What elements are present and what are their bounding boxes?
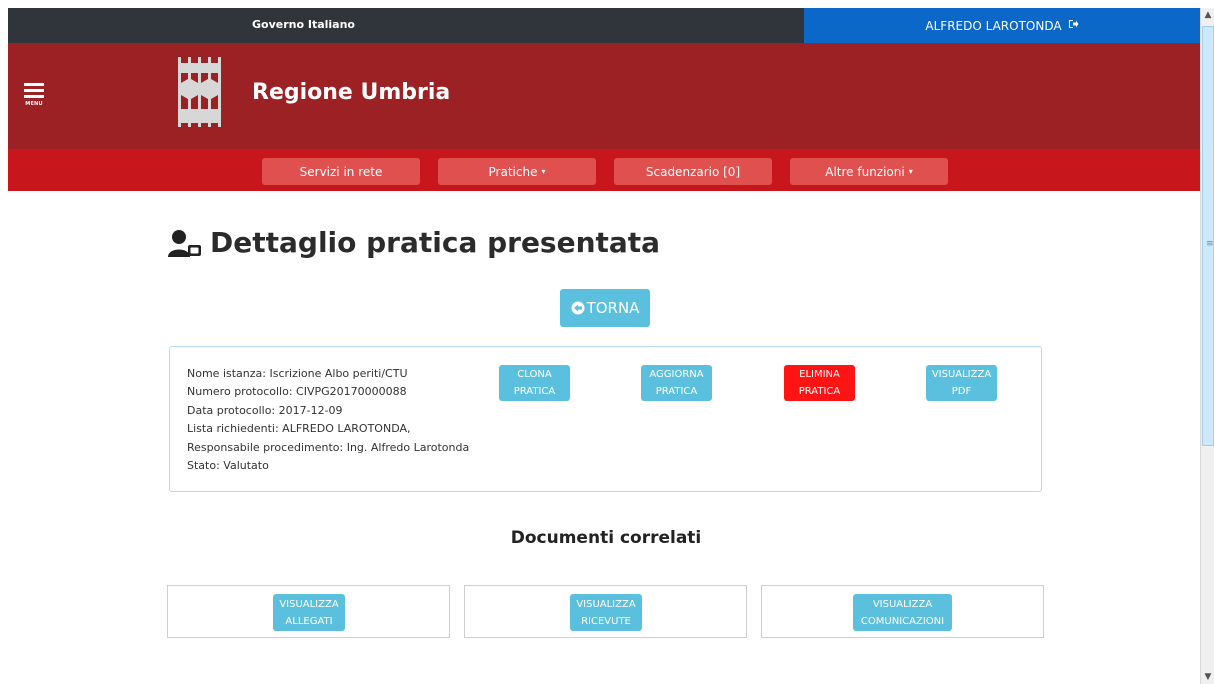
- nav-item-label: Altre funzioni: [825, 164, 905, 179]
- visualizza-pdf-button[interactable]: VISUALIZZA PDF: [926, 365, 997, 401]
- site-header: MENU Regione Umbria: [8, 43, 1200, 149]
- back-button[interactable]: TORNA: [560, 289, 650, 327]
- button-label-line: ELIMINA: [799, 369, 840, 380]
- scroll-down-arrow-icon[interactable]: ▼: [1201, 670, 1214, 684]
- scrollbar-thumb[interactable]: ≡: [1202, 26, 1214, 446]
- nav-item-altre-funzioni[interactable]: Altre funzioni ▾: [790, 158, 948, 185]
- button-label-line: PRATICA: [655, 386, 698, 397]
- nav-item-servizi-in-rete[interactable]: Servizi in rete: [262, 158, 420, 185]
- hamburger-menu-button[interactable]: MENU: [24, 83, 44, 107]
- region-title[interactable]: Regione Umbria: [252, 80, 450, 105]
- button-label-line: PDF: [951, 386, 972, 397]
- gov-label[interactable]: Governo Italiano: [252, 18, 355, 31]
- button-label-line: VISUALIZZA: [931, 369, 992, 380]
- button-label-line: ALLEGATI: [285, 615, 333, 627]
- page-title-text: Dettaglio pratica presentata: [210, 226, 661, 259]
- main-navbar: Servizi in rete Pratiche ▾ Scadenzario […: [8, 149, 1200, 191]
- government-bar: Governo Italiano ALFREDO LAROTONDA: [8, 8, 1200, 43]
- menu-label: MENU: [25, 101, 43, 107]
- info-nome-istanza: Nome istanza: Iscrizione Albo periti/CTU: [187, 367, 408, 380]
- menu-bar-icon: [24, 89, 44, 92]
- related-documents-heading: Documenti correlati: [510, 528, 702, 548]
- info-data-protocollo: Data protocollo: 2017-12-09: [187, 403, 343, 417]
- button-label-line: COMUNICAZIONI: [860, 615, 945, 627]
- info-lista-richiedenti: Lista richiedenti: ALFREDO LAROTONDA,: [187, 422, 411, 436]
- visualizza-ricevute-button[interactable]: VISUALIZZA RICEVUTE: [570, 594, 642, 631]
- pratica-detail-panel: Nome istanza: Iscrizione Albo periti/CTU…: [169, 346, 1042, 492]
- nav-item-pratiche[interactable]: Pratiche ▾: [438, 158, 596, 185]
- aggiorna-pratica-button[interactable]: AGGIORNA PRATICA: [641, 365, 712, 401]
- scroll-grip-icon: ≡: [1206, 239, 1214, 249]
- button-label-line: RICEVUTE: [581, 615, 631, 627]
- sign-out-icon[interactable]: [1068, 19, 1079, 32]
- nav-item-label: Servizi in rete: [299, 164, 383, 179]
- comunicazioni-panel: VISUALIZZA COMUNICAZIONI: [761, 585, 1044, 638]
- back-button-label: TORNA: [586, 299, 640, 317]
- user-card-icon: [168, 229, 201, 257]
- page-title: Dettaglio pratica presentata: [168, 226, 660, 259]
- allegati-panel: VISUALIZZA ALLEGATI: [167, 585, 450, 638]
- nav-item-scadenzario[interactable]: Scadenzario [0]: [614, 158, 772, 185]
- nav-item-label: Scadenzario [0]: [645, 164, 741, 179]
- user-menu[interactable]: ALFREDO LAROTONDA: [804, 8, 1200, 43]
- button-label-line: PRATICA: [513, 386, 556, 397]
- info-responsabile: Responsabile procedimento: Ing. Alfredo …: [187, 440, 470, 454]
- pratica-info: Nome istanza: Iscrizione Albo periti/CTU…: [187, 365, 469, 475]
- menu-bar-icon: [24, 95, 44, 98]
- nav-item-label: Pratiche: [488, 164, 538, 179]
- button-label-line: CLONA: [517, 369, 552, 380]
- button-label-line: PRATICA: [798, 386, 841, 397]
- visualizza-comunicazioni-button[interactable]: VISUALIZZA COMUNICAZIONI: [853, 594, 952, 631]
- scroll-up-arrow-icon[interactable]: ▲: [1201, 8, 1214, 22]
- info-stato: Stato: Valutato: [187, 459, 269, 473]
- button-label-line: VISUALIZZA: [872, 598, 933, 610]
- button-label-line: VISUALIZZA: [576, 598, 636, 610]
- caret-down-icon: ▾: [908, 167, 913, 176]
- caret-down-icon: ▾: [541, 167, 546, 176]
- regione-umbria-logo[interactable]: [178, 57, 222, 127]
- button-label-line: AGGIORNA: [649, 369, 704, 380]
- button-label-line: VISUALIZZA: [279, 598, 339, 610]
- window-top-strip: [0, 0, 1214, 8]
- ricevute-panel: VISUALIZZA RICEVUTE: [464, 585, 747, 638]
- visualizza-allegati-button[interactable]: VISUALIZZA ALLEGATI: [273, 594, 345, 631]
- info-numero-protocollo: Numero protocollo: CIVPG20170000088: [187, 385, 407, 399]
- elimina-pratica-button[interactable]: ELIMINA PRATICA: [784, 365, 855, 401]
- clona-pratica-button[interactable]: CLONA PRATICA: [499, 365, 570, 401]
- menu-bar-icon: [24, 83, 44, 86]
- vertical-scrollbar[interactable]: ▲ ≡ ▼: [1200, 8, 1214, 684]
- arrow-circle-left-icon: [571, 301, 585, 315]
- user-name: ALFREDO LAROTONDA: [925, 18, 1062, 33]
